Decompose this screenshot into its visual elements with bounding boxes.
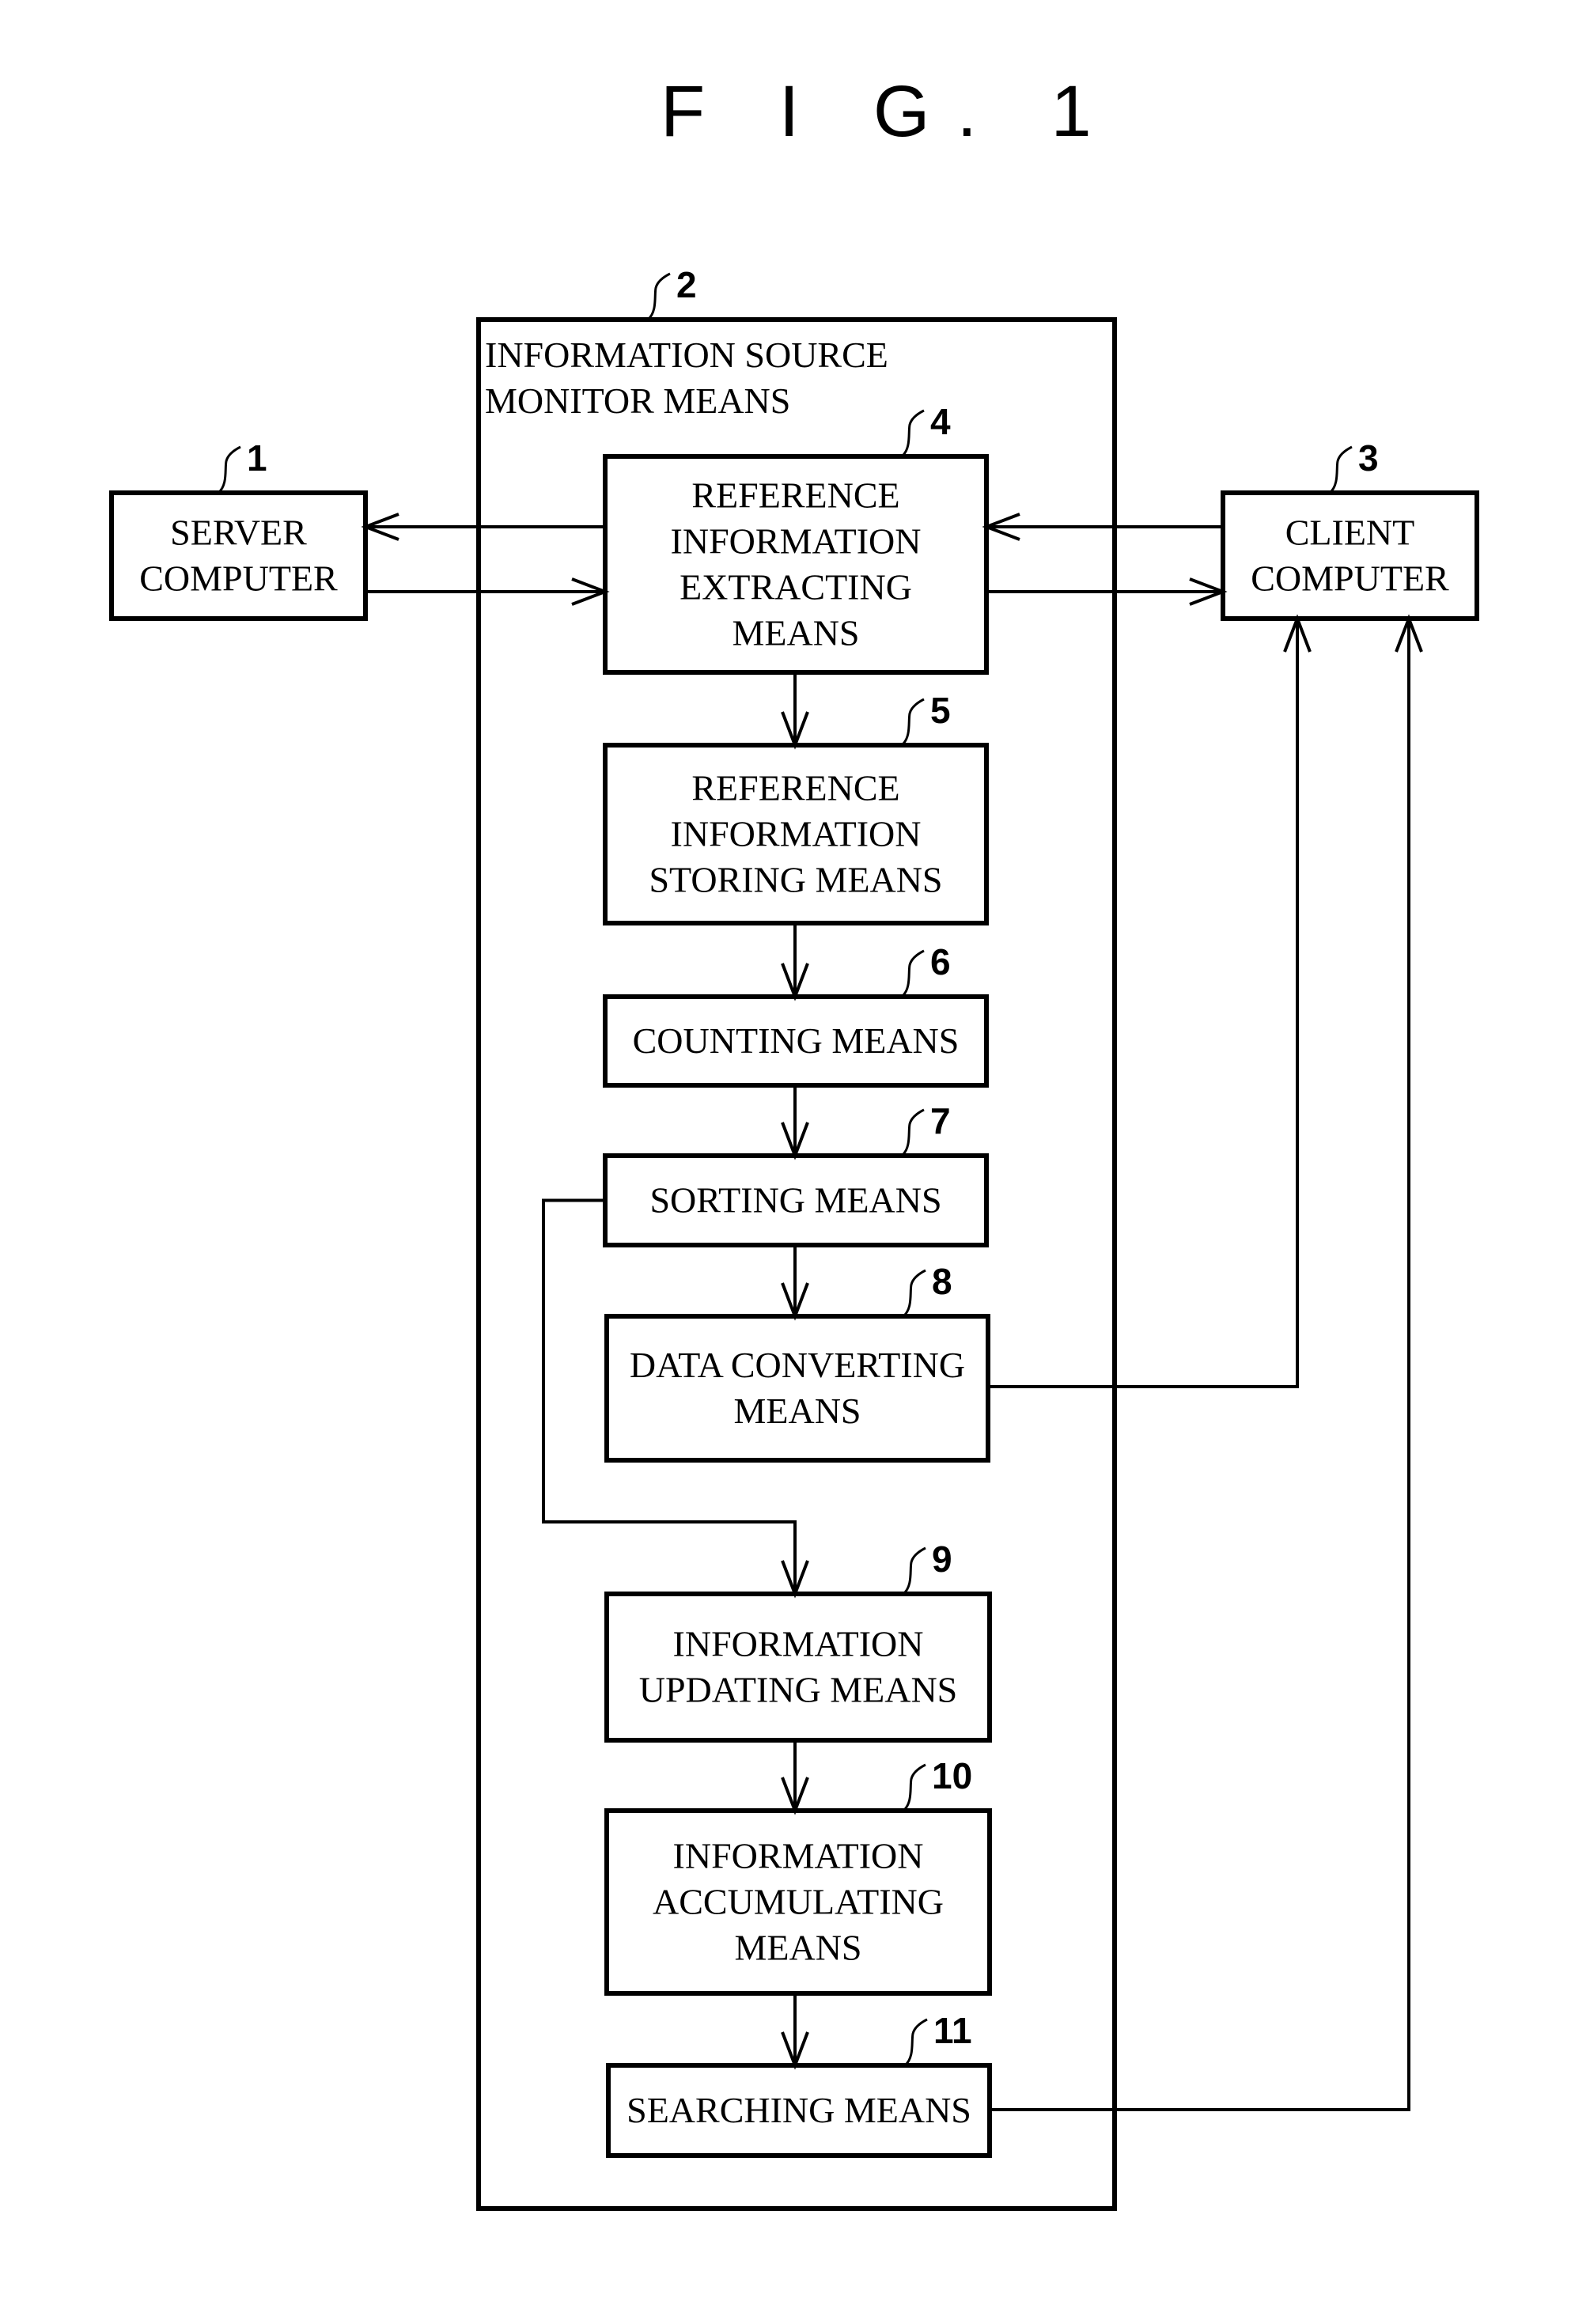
arrow-storing-to-counting (781, 923, 809, 1001)
extracting-label-line: REFERENCE (691, 475, 899, 516)
converting-reference-number: 8 (932, 1261, 952, 1302)
updating-label-line: INFORMATION (673, 1624, 924, 1664)
figure-title: F I G. 1 (661, 71, 1119, 152)
arrow-converting-to-client-line (988, 619, 1299, 1388)
monitor-label-line: INFORMATION SOURCE (485, 335, 888, 375)
client-reference-number: 3 (1358, 437, 1379, 479)
node-extracting: REFERENCE INFORMATION EXTRACTING MEANS 4 (603, 401, 989, 675)
arrow-searching-to-client (990, 614, 1423, 2111)
accumulating-leader-line (902, 1763, 926, 1812)
sorting-leader-line (900, 1108, 925, 1157)
arrow-extracting-to-server (361, 513, 605, 541)
node-searching: SEARCHING MEANS 11 (606, 2010, 992, 2158)
storing-label-line: REFERENCE (691, 768, 899, 808)
arrow-server-to-extracting (365, 577, 610, 606)
converting-label-line: DATA CONVERTING (630, 1345, 965, 1385)
counting-leader-line (900, 949, 925, 998)
accumulating-label-line: INFORMATION (673, 1836, 924, 1876)
client-label-line: CLIENT (1285, 513, 1415, 553)
searching-label-line: SEARCHING MEANS (627, 2090, 971, 2130)
extracting-label-line: EXTRACTING (680, 567, 912, 607)
server-label-line: SERVER (170, 513, 307, 553)
counting-label-line: COUNTING MEANS (633, 1020, 960, 1061)
updating-label-line: UPDATING MEANS (639, 1670, 958, 1710)
arrow-updating-to-accumulating (781, 1740, 809, 1815)
server-label-line: COMPUTER (139, 558, 338, 599)
storing-reference-number: 5 (930, 690, 951, 731)
block-diagram: F I G. 1 SERVER COMPUTER 1 INFORMATION SOUR… (109, 71, 1479, 2211)
node-converting: DATA CONVERTING MEANS 8 (604, 1261, 990, 1463)
updating-leader-line (902, 1546, 926, 1595)
updating-box (604, 1592, 992, 1743)
storing-leader-line (900, 698, 925, 747)
sorting-reference-number: 7 (930, 1100, 951, 1141)
searching-reference-number: 11 (933, 2010, 972, 2051)
arrow-counting-to-sorting (781, 1085, 809, 1160)
storing-label-line: STORING MEANS (649, 860, 942, 900)
extracting-leader-line (900, 409, 925, 458)
node-updating: INFORMATION UPDATING MEANS 9 (604, 1539, 992, 1743)
extracting-reference-number: 4 (930, 401, 951, 442)
converting-box (604, 1314, 990, 1463)
sorting-label-line: SORTING MEANS (649, 1180, 941, 1221)
node-server: SERVER COMPUTER 1 (109, 437, 368, 621)
converting-leader-line (902, 1269, 926, 1318)
monitor-reference-number: 2 (676, 264, 697, 305)
searching-leader-line (903, 2018, 928, 2067)
storing-label-line: INFORMATION (671, 814, 922, 854)
server-leader-line (217, 445, 241, 494)
arrow-searching-to-client-line (990, 619, 1410, 2111)
arrow-extracting-to-client (986, 577, 1228, 606)
client-label-line: COMPUTER (1251, 558, 1449, 599)
client-leader-line (1328, 445, 1353, 494)
updating-reference-number: 9 (932, 1539, 952, 1580)
accumulating-reference-number: 10 (932, 1755, 972, 1796)
accumulating-label-line: ACCUMULATING (653, 1882, 944, 1922)
arrow-sorting-to-converting (781, 1245, 809, 1321)
counting-reference-number: 6 (930, 941, 951, 982)
node-accumulating: INFORMATION ACCUMULATING MEANS 10 (604, 1755, 992, 1996)
accumulating-label-line: MEANS (734, 1928, 861, 1968)
converting-label-line: MEANS (733, 1391, 861, 1431)
monitor-label-line: MONITOR MEANS (485, 380, 790, 421)
node-client: CLIENT COMPUTER 3 (1221, 437, 1479, 621)
monitor-leader-line (646, 272, 671, 321)
server-reference-number: 1 (247, 437, 267, 479)
extracting-label-line: INFORMATION (671, 521, 922, 562)
extracting-label-line: MEANS (732, 613, 859, 653)
arrow-client-to-extracting (982, 513, 1223, 541)
arrow-converting-to-client (988, 614, 1312, 1388)
arrow-extracting-to-storing (781, 672, 809, 750)
arrow-accumulating-to-searching (781, 1993, 809, 2070)
